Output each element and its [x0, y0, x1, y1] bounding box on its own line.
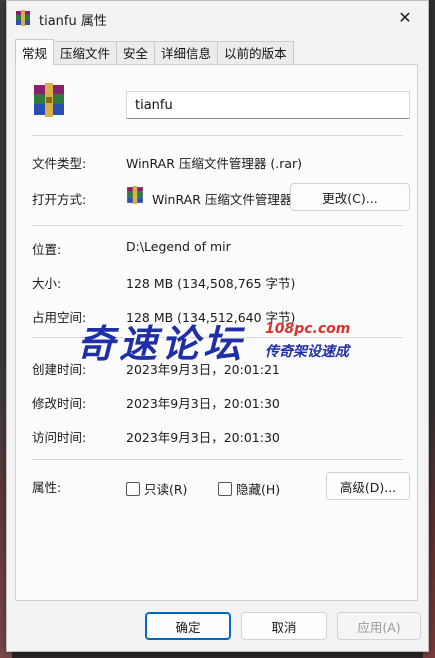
- close-button[interactable]: ✕: [382, 1, 428, 33]
- created-label: 创建时间:: [32, 362, 87, 377]
- change-button[interactable]: 更改(C)...: [290, 183, 410, 211]
- divider: [32, 337, 403, 338]
- ok-button[interactable]: 确定: [145, 612, 231, 640]
- tab-archive[interactable]: 压缩文件: [53, 41, 118, 65]
- attributes-label: 属性:: [32, 480, 62, 495]
- checkbox-icon[interactable]: [218, 481, 232, 496]
- open-with-label: 打开方式:: [32, 192, 87, 207]
- advanced-button[interactable]: 高级(D)...: [326, 472, 410, 500]
- winrar-archive-icon: [34, 83, 64, 117]
- apply-button[interactable]: 应用(A): [337, 612, 421, 640]
- modified-value: 2023年9月3日，20:01:30: [126, 396, 280, 411]
- accessed-value: 2023年9月3日，20:01:30: [126, 430, 280, 445]
- divider: [32, 135, 403, 136]
- disk-size-label: 占用空间:: [32, 310, 87, 325]
- size-value: 128 MB (134,508,765 字节): [126, 276, 296, 291]
- divider: [32, 459, 403, 460]
- winrar-archive-icon: [16, 10, 30, 26]
- disk-size-value: 128 MB (134,512,640 字节): [126, 310, 296, 325]
- file-name-input[interactable]: [126, 91, 410, 119]
- location-label: 位置:: [32, 242, 62, 257]
- tab-bar: 常规 压缩文件 安全 详细信息 以前的版本: [15, 39, 294, 65]
- tab-general[interactable]: 常规: [15, 39, 55, 65]
- modified-label: 修改时间:: [32, 396, 87, 411]
- title-bar[interactable]: tianfu 属性 ✕: [7, 1, 428, 37]
- close-icon: ✕: [398, 7, 412, 27]
- readonly-label: 只读(R): [144, 482, 188, 497]
- size-label: 大小:: [32, 276, 62, 291]
- tab-details[interactable]: 详细信息: [154, 41, 219, 65]
- tab-security[interactable]: 安全: [116, 41, 156, 65]
- accessed-label: 访问时间:: [32, 430, 87, 445]
- location-value: D:\Legend of mir: [126, 239, 231, 254]
- hidden-label: 隐藏(H): [236, 482, 281, 497]
- file-type-value: WinRAR 压缩文件管理器 (.rar): [126, 156, 303, 171]
- winrar-archive-icon: [127, 186, 143, 204]
- general-panel: 文件类型: WinRAR 压缩文件管理器 (.rar) 打开方式: WinRAR…: [15, 64, 418, 601]
- cancel-button[interactable]: 取消: [241, 612, 327, 640]
- open-with-value: WinRAR 压缩文件管理器: [152, 192, 293, 207]
- window-title: tianfu 属性: [39, 14, 107, 29]
- created-value: 2023年9月3日，20:01:21: [126, 362, 280, 377]
- checkbox-icon[interactable]: [126, 481, 140, 496]
- properties-dialog: tianfu 属性 ✕ 常规 压缩文件 安全 详细信息 以前的版本 文件类型: …: [6, 0, 429, 652]
- readonly-checkbox[interactable]: 只读(R): [126, 479, 187, 498]
- file-type-label: 文件类型:: [32, 156, 87, 171]
- tab-previous-versions[interactable]: 以前的版本: [217, 41, 294, 65]
- divider: [32, 225, 403, 226]
- hidden-checkbox[interactable]: 隐藏(H): [218, 479, 280, 498]
